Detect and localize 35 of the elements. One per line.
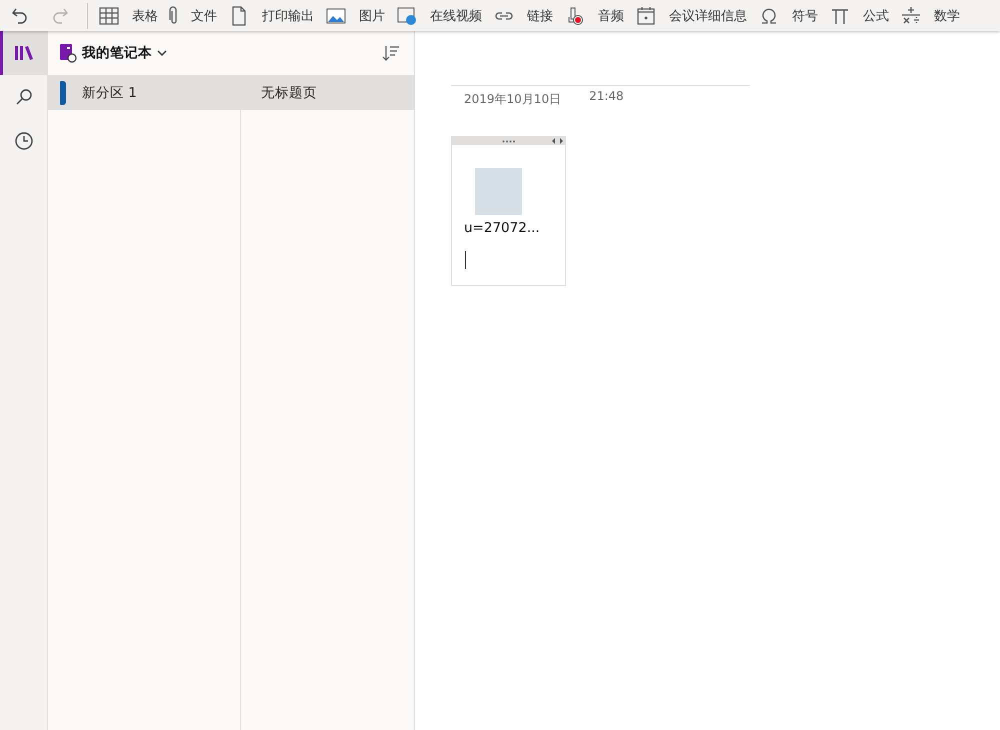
image-placeholder [475,168,522,215]
sort-button[interactable] [382,44,400,62]
section-label: 新分区 1 [82,84,137,102]
toolbar-button[interactable]: 在线视频 [394,0,491,31]
notebook-icon [58,43,78,63]
page-date: 2019年10月10日 [464,91,562,108]
video-icon [396,6,418,26]
toolbar-button[interactable]: 图片 [323,0,394,31]
resize-arrows-icon[interactable] [552,138,563,144]
page-item[interactable]: 无标题页 [241,75,414,110]
toolbar-button[interactable]: 表格 [96,0,167,31]
toolbar-button[interactable]: 打印输出 [226,0,323,31]
section-item[interactable]: 新分区 1 [48,75,240,110]
image-icon [325,6,347,26]
chevron-down-icon [156,49,168,57]
text-cursor [465,251,466,269]
page-time: 21:48 [589,89,624,105]
container-handle[interactable] [452,137,565,145]
toolbar-button[interactable]: 符号 [756,0,827,31]
library-tab[interactable] [0,31,47,75]
toolbar-button[interactable]: 公式 [827,0,898,31]
toolbar-button[interactable]: 数学 [898,0,969,31]
toolbar-button[interactable]: 音频 [562,0,633,31]
notebook-selector[interactable]: 我的笔记本 [58,43,168,63]
calendar-icon [635,6,657,26]
library-icon [14,44,34,62]
math-icon [900,6,922,26]
toolbar-button[interactable]: 链接 [491,0,562,31]
table-icon [98,6,120,26]
image-caption: u=27072... [464,220,541,236]
grip-dots-icon [502,140,516,142]
toolbar-button[interactable]: 文件 [167,0,226,31]
paperclip-icon [169,6,179,26]
clock-icon [14,131,34,151]
toolbar-button[interactable]: 会议详细信息 [633,0,756,31]
